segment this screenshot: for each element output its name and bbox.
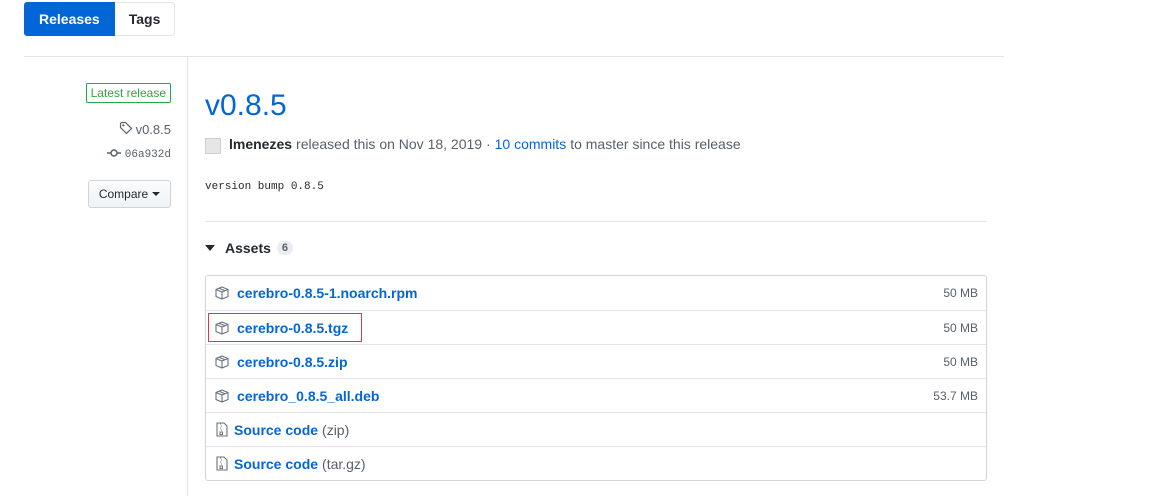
list-item: cerebro-0.8.5-1.noarch.rpm 50 MB: [206, 276, 986, 310]
list-item: cerebro_0.8.5_all.deb 53.7 MB: [206, 378, 986, 412]
release-commit-link[interactable]: 06a932d: [106, 148, 171, 161]
release-title[interactable]: v0.8.5: [205, 86, 287, 126]
source-code-format: (zip): [322, 421, 350, 438]
list-item: Source code (tar.gz): [206, 446, 986, 480]
package-icon: [215, 286, 229, 300]
latest-release-badge: Latest release: [85, 83, 171, 103]
asset-size: 50 MB: [943, 320, 978, 335]
package-icon: [215, 354, 229, 369]
asset-size: 50 MB: [943, 286, 978, 300]
asset-size: 53.7 MB: [933, 388, 978, 403]
source-code-label: Source code: [234, 455, 319, 472]
tag-icon: [119, 121, 133, 138]
tab-tags[interactable]: Tags: [114, 2, 176, 36]
commits-link[interactable]: 10 commits: [495, 136, 567, 152]
release-tag-link[interactable]: v0.8.5: [119, 121, 171, 138]
list-item: cerebro-0.8.5.zip 50 MB: [206, 344, 986, 378]
releases-tags-switch: Releases Tags: [24, 2, 176, 36]
file-zip-icon: [216, 456, 228, 471]
release-notes: version bump 0.8.5: [205, 181, 324, 193]
assets-heading: Assets: [225, 240, 271, 256]
file-zip-icon: [216, 422, 228, 437]
list-item: cerebro-0.8.5.tgz 50 MB: [206, 310, 986, 344]
tab-releases[interactable]: Releases: [24, 2, 115, 36]
assets-toggle[interactable]: Assets 6: [205, 240, 294, 256]
timeline-line: [187, 57, 188, 496]
asset-size: 50 MB: [943, 354, 978, 369]
compare-label: Compare: [98, 187, 149, 201]
triangle-down-icon: [205, 245, 215, 251]
package-icon: [215, 320, 229, 335]
source-code-label: Source code: [234, 421, 319, 438]
author-link[interactable]: lmenezes: [229, 136, 292, 152]
avatar[interactable]: [205, 138, 221, 154]
caret-down-icon: [152, 192, 161, 196]
to-master-text: to master since this release: [570, 136, 741, 152]
release-tag-label: v0.8.5: [135, 122, 171, 137]
asset-download-link[interactable]: cerebro-0.8.5.zip: [237, 354, 943, 370]
assets-list: cerebro-0.8.5-1.noarch.rpm 50 MB cerebro…: [205, 275, 987, 481]
released-text: released this on Nov 18, 2019 ·: [296, 136, 491, 152]
release-byline: lmenezes released this on Nov 18, 2019 ·…: [205, 136, 741, 154]
compare-button[interactable]: Compare: [88, 180, 171, 208]
divider: [24, 56, 1004, 57]
assets-count-badge: 6: [276, 241, 294, 255]
package-icon: [215, 388, 229, 403]
source-code-zip-link[interactable]: Source code (zip): [234, 422, 978, 438]
asset-download-link[interactable]: cerebro_0.8.5_all.deb: [237, 388, 933, 404]
git-commit-icon: [106, 148, 121, 161]
commit-sha: 06a932d: [124, 148, 171, 161]
source-code-format: (tar.gz): [322, 455, 366, 472]
divider: [205, 221, 987, 222]
asset-download-link[interactable]: cerebro-0.8.5-1.noarch.rpm: [237, 285, 943, 301]
asset-download-link[interactable]: cerebro-0.8.5.tgz: [237, 320, 943, 336]
source-code-targz-link[interactable]: Source code (tar.gz): [234, 456, 978, 472]
list-item: Source code (zip): [206, 412, 986, 446]
